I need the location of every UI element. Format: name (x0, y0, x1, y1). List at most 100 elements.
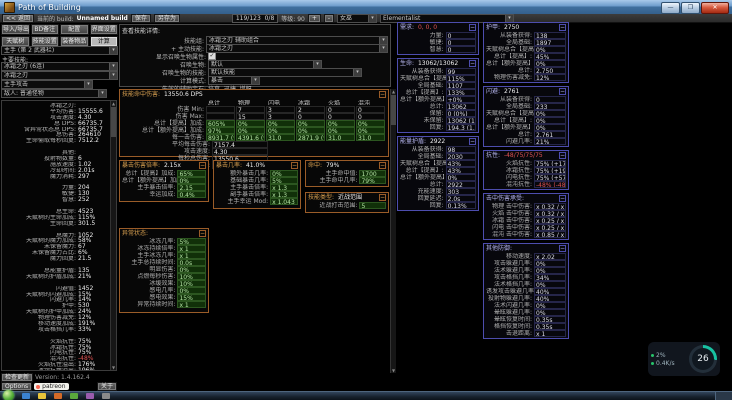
level-up-button[interactable]: + (308, 14, 321, 23)
main-skill-part-select[interactable]: 冰霜之刃 (1, 71, 118, 80)
tab-button[interactable]: 配置 (60, 24, 89, 35)
panel-row: 充能速度: 303 (400, 188, 476, 195)
calc-row-label: 感电几率: (122, 287, 177, 294)
panel-row-label: 全局基础: (486, 103, 534, 110)
calc-row: 冰冻持续倍率: x 1 (122, 245, 206, 252)
calc-row-label: 冰缓效果: (122, 280, 177, 287)
panel-row: 全局基础: 1107 (400, 82, 476, 89)
panel-row-value: 115% (446, 75, 476, 82)
windows-taskbar[interactable] (0, 391, 732, 400)
calc-row-value: 65% (177, 170, 206, 177)
calc-row: 异常持续时间: x 1 (122, 301, 206, 308)
main-skill-select[interactable]: 冰霜之刃 (6连) (1, 62, 118, 71)
panel-row-value: 0% (534, 260, 566, 267)
panel-row: 总计【额外提高】: +0% (400, 96, 476, 103)
calc-row-label: 主手暴击倍率: (216, 184, 270, 191)
tab-button[interactable]: 导入/导出 (1, 24, 30, 35)
calc-row-label: 明显伤害: (122, 266, 177, 273)
panel-row-label: 晕眩躲避几率: (486, 309, 534, 316)
sidebar-stats: 冰霜之刃: 平均伤害: 15555.6 攻击速度: 4.30 总 DPS: 66… (1, 100, 117, 371)
about-button[interactable]: 关于 (97, 382, 117, 391)
section-crit-chance: 暴击几率: 41.0% 额外暴击几率: 0% 基础暴击几率: 5% 主手暴击倍率… (213, 160, 301, 209)
collapse-icon[interactable] (469, 24, 476, 31)
hit-table-column-header: 物理 (236, 99, 265, 106)
save-button[interactable]: 保存 (131, 14, 151, 23)
panel-title: 能量护盾: (400, 138, 426, 145)
hit-table-cell: 7 (236, 106, 265, 113)
panel-row: 天赋树总合【提高】: 115% (400, 75, 476, 82)
collapse-icon[interactable] (559, 24, 566, 31)
minimize-button[interactable] (661, 2, 680, 14)
panel-row-label: 天赋树总合【提高】: (400, 160, 446, 167)
collapse-icon[interactable] (469, 60, 476, 67)
collapse-icon[interactable] (379, 91, 386, 98)
calc-row: 冰缓效果: 10% (122, 280, 206, 287)
hit-table-cell: 3 (266, 113, 295, 120)
collapse-icon[interactable] (379, 162, 386, 169)
panel-row: 闪避几率: 21% (486, 138, 566, 145)
calc-row: 总计【额外提高】加成: 0% (122, 177, 206, 184)
stat-value: 196% (76, 368, 95, 371)
calc-row-value: 0% (270, 170, 298, 177)
taskbar-app-icon[interactable] (70, 393, 78, 399)
panel-row: 力量: 0 (400, 32, 476, 39)
panel-row: 诱发攻击躲避几率: 40% (486, 288, 566, 295)
taskbar-browser-icon[interactable] (22, 393, 30, 399)
collapse-icon[interactable] (291, 162, 298, 169)
collapse-icon[interactable] (469, 138, 476, 145)
skill-part-select[interactable]: 主手攻击 (1, 80, 93, 89)
level-down-button[interactable]: - (324, 14, 334, 23)
taskbar-app3-icon[interactable] (102, 393, 110, 399)
panel-row-label: 未保留: (400, 117, 446, 124)
panel-row-value: 1897 (534, 39, 566, 46)
panel-row-label: 总计【提高】: (486, 117, 534, 124)
class-select[interactable]: 女巫 (337, 14, 377, 23)
active-skill-select[interactable]: 冰霜之刃 (206, 44, 388, 53)
collapse-icon[interactable] (559, 245, 566, 252)
collapse-icon[interactable] (199, 230, 206, 237)
panel-row-label: 闪避几率: (486, 138, 534, 145)
check-update-button[interactable]: 检查更新 (1, 373, 33, 382)
collapse-icon[interactable] (379, 194, 386, 201)
calc-row-label: 主手总持续时间: (122, 259, 177, 266)
patreon-button[interactable]: patreon (34, 383, 68, 390)
panel-row: 移动速度: x 2.02 (486, 253, 566, 260)
calc-row-label: 主手冰冻几率: (122, 252, 177, 259)
section-skill-hit-damage: 技能命中伤害: 13550.6 DPS 总计物理闪电冰霜火焰混沌 伤害 Min:… (119, 89, 389, 157)
taskbar-explorer-icon[interactable] (38, 393, 46, 399)
section-title: 技能类型: (308, 194, 334, 201)
back-button[interactable]: << 返回 (2, 14, 34, 23)
panel-row: 闪电 击中伤害: x 0.25 / x 0.25 (486, 224, 566, 231)
taskbar-app2-icon[interactable] (86, 393, 94, 399)
tab-button[interactable]: 界面设置 (90, 24, 119, 35)
panel-row: 智慧: 0 (400, 46, 476, 53)
collapse-icon[interactable] (559, 195, 566, 202)
sidebar-scrollbar[interactable] (110, 101, 116, 370)
collapse-icon[interactable] (559, 88, 566, 95)
collapse-icon[interactable] (559, 152, 566, 159)
start-orb-icon[interactable] (3, 390, 14, 400)
weapon-set-select[interactable]: 主手 (第 2 武器栏) (1, 46, 118, 55)
tab-button[interactable]: BD备注 (31, 24, 60, 35)
section-title: 异常状态: (122, 230, 148, 237)
maximize-button[interactable] (681, 2, 700, 14)
panel-row-value: 43% (446, 160, 476, 167)
show-desktop-button[interactable] (715, 392, 732, 400)
enemy-select[interactable]: 敌人: 普通怪物 (1, 89, 107, 98)
build-name[interactable]: Unnamed build (77, 15, 128, 22)
close-button[interactable] (701, 2, 729, 14)
calc-scrollbar[interactable] (390, 89, 396, 373)
title-bar[interactable]: Path of Building (0, 0, 732, 14)
hit-table-cell (206, 106, 235, 113)
panel-row-value: x 0.85 / x 0.85 (534, 231, 566, 238)
panel-value: 13062/13062 (418, 60, 458, 67)
collapse-icon[interactable] (199, 162, 206, 169)
calc-row-label: 基础暴击几率: (216, 177, 270, 184)
hit-summary-value: 4.30 (212, 148, 268, 155)
panel-row-value: 0% (534, 124, 566, 131)
taskbar-media-icon[interactable] (54, 393, 62, 399)
panel-row-value: 0 (446, 39, 476, 46)
panel-row-value: 194.3 (1.5%) (446, 124, 476, 131)
save-as-button[interactable]: 另存为 (154, 14, 180, 23)
calc-mode-select[interactable]: 暴击 (208, 76, 260, 85)
